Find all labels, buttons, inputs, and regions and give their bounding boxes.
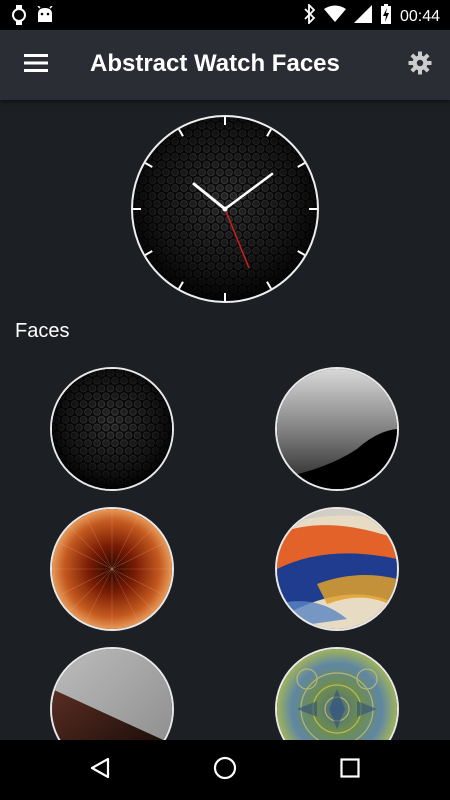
- android-icon: [36, 5, 54, 29]
- bluetooth-icon: [304, 2, 316, 29]
- face-thumbnail-honeycomb[interactable]: [50, 367, 174, 491]
- hamburger-menu-icon: [24, 53, 48, 77]
- app-title: Abstract Watch Faces: [90, 50, 340, 77]
- home-button[interactable]: [200, 750, 250, 790]
- recents-button[interactable]: [325, 750, 375, 790]
- faces-heading: Faces: [15, 320, 70, 342]
- wifi-icon: [323, 5, 346, 28]
- face-thumbnail-watercolor[interactable]: [275, 507, 399, 631]
- status-time: 00:44: [399, 7, 440, 25]
- watch-preview: [130, 114, 320, 304]
- gear-icon: [408, 51, 432, 80]
- face-thumbnail-glossy-black[interactable]: [275, 367, 399, 491]
- app-bar: Abstract Watch Faces: [0, 30, 450, 100]
- status-bar: 00:44: [0, 0, 450, 30]
- home-icon: [213, 756, 237, 785]
- face-thumbnail-radial-copper[interactable]: [50, 507, 174, 631]
- back-icon: [90, 757, 110, 784]
- signal-icon: [353, 5, 372, 28]
- settings-button[interactable]: [400, 45, 440, 85]
- menu-button[interactable]: [14, 43, 58, 87]
- watch-icon: [12, 5, 26, 30]
- back-button[interactable]: [75, 750, 125, 790]
- recents-icon: [340, 757, 360, 783]
- navigation-bar: [0, 740, 450, 800]
- battery-charging-icon: [380, 4, 392, 29]
